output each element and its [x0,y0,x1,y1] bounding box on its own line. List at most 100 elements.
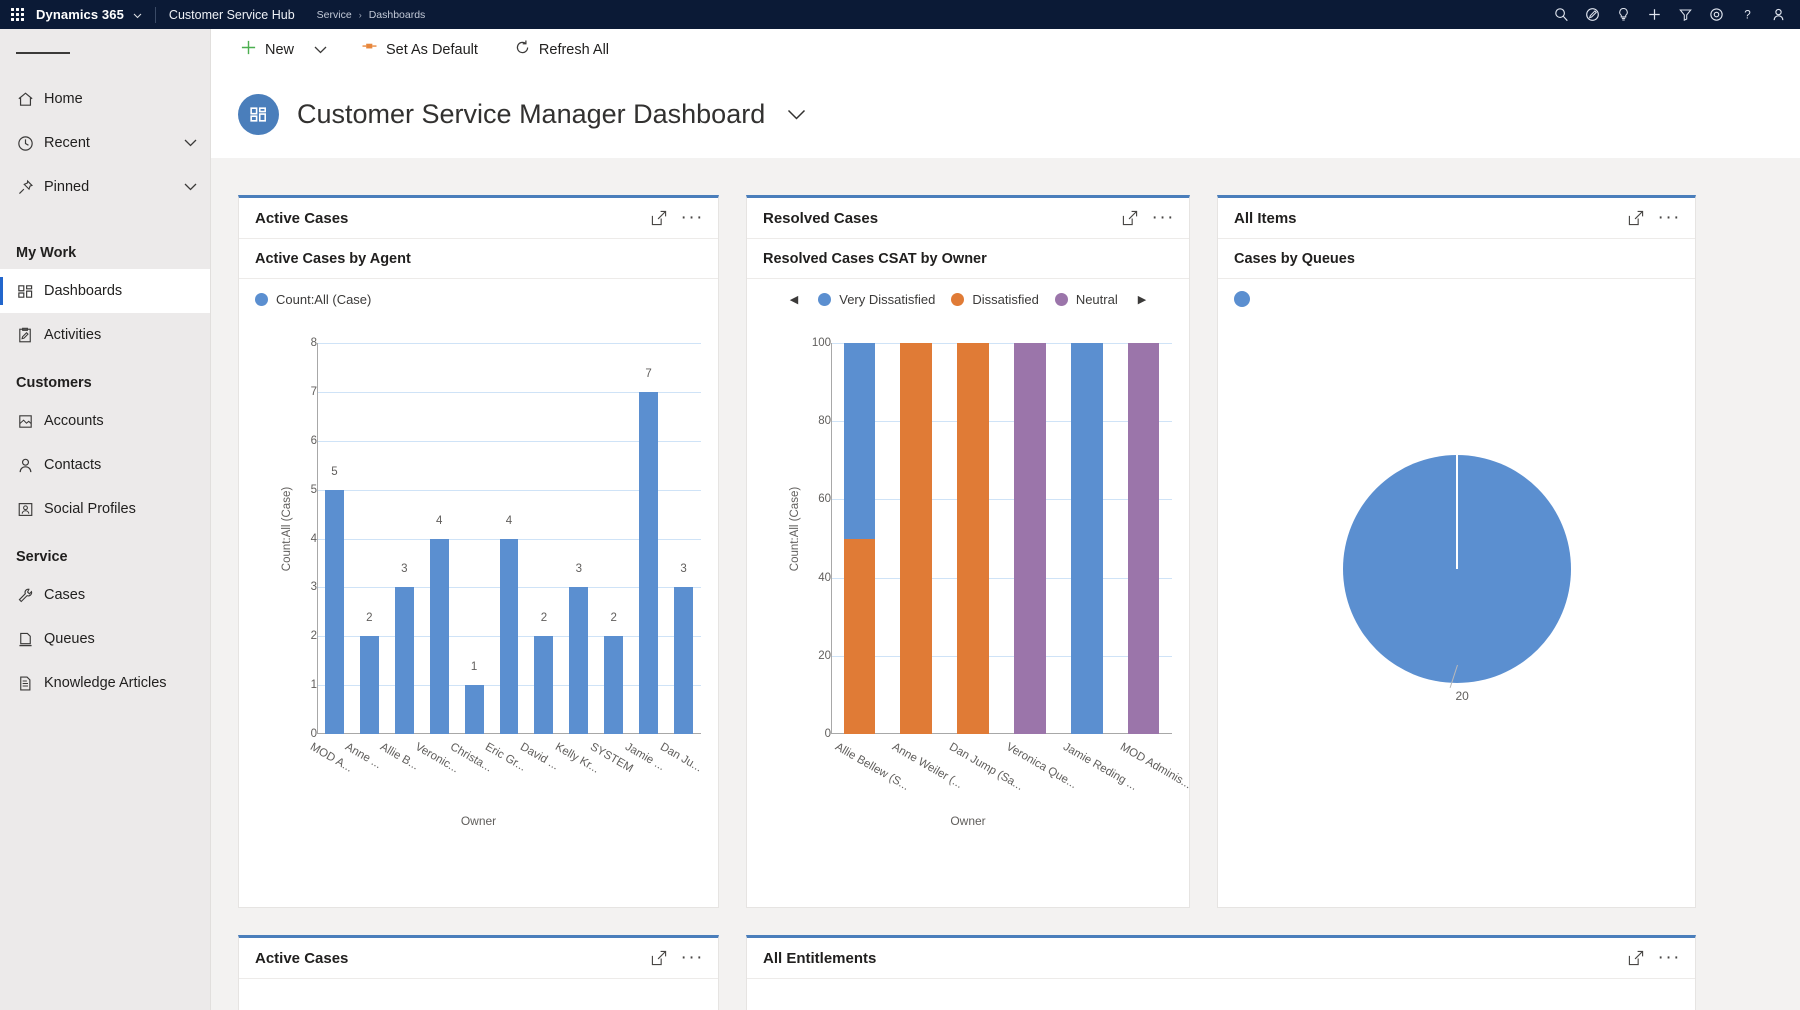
bar-segment-dissatisfied[interactable] [957,343,989,734]
card-all-entitlements: All Entitlements ··· [746,935,1696,1010]
expand-popout-icon[interactable] [651,950,667,966]
sidebar-item-recent[interactable]: Recent [0,121,210,165]
bar[interactable] [325,490,344,734]
set-as-default-button[interactable]: Set As Default [350,29,489,70]
lightbulb-idea-icon[interactable] [1608,0,1639,29]
stacked-bar[interactable] [1014,343,1046,734]
sidebar-item-cases[interactable]: Cases [0,573,210,617]
legend-item[interactable]: Dissatisfied [951,292,1038,307]
bar-series: 5 2 3 4 1 4 2 3 2 7 3 [317,343,701,734]
pie-slice[interactable] [1343,455,1571,683]
x-label: Veronica Que... [1001,737,1058,738]
breadcrumb-item-service[interactable]: Service [317,9,352,21]
bar-value-label: 2 [366,612,372,624]
x-label: MOD Adminis... [1115,737,1172,738]
stacked-bar[interactable] [957,343,989,734]
filter-icon[interactable] [1670,0,1701,29]
more-options-icon[interactable]: ··· [1658,954,1681,962]
sidebar-item-queues[interactable]: Queues [0,617,210,661]
sidebar-item-activities[interactable]: Activities [0,313,210,357]
expand-popout-icon[interactable] [1628,950,1644,966]
app-launcher-waffle-icon[interactable] [0,8,34,21]
bar[interactable] [500,539,519,735]
legend-item[interactable] [1234,291,1258,307]
sidebar-item-label: Contacts [44,457,210,473]
stacked-bar[interactable] [900,343,932,734]
new-chevron-down-icon[interactable] [305,46,336,54]
bar-segment-neutral[interactable] [1014,343,1046,734]
stacked-bar[interactable] [1071,343,1103,734]
sidebar-item-knowledge-articles[interactable]: Knowledge Articles [0,661,210,705]
quick-create-edit-icon[interactable] [1577,0,1608,29]
expand-popout-icon[interactable] [651,210,667,226]
more-options-icon[interactable]: ··· [1658,214,1681,222]
sidebar-item-label: Dashboards [44,283,210,299]
sidebar-item-dashboards[interactable]: Dashboards [0,269,210,313]
bar-segment-dissatisfied[interactable] [900,343,932,734]
bar[interactable] [360,636,379,734]
sidebar-item-home[interactable]: Home [0,77,210,121]
legend-prev-arrow-icon[interactable]: ◀ [786,293,802,306]
bar[interactable] [430,539,449,735]
more-options-icon[interactable]: ··· [1152,214,1175,222]
dashboard-icon [16,282,44,301]
more-options-icon[interactable]: ··· [681,954,704,962]
bar[interactable] [534,636,553,734]
refresh-all-button[interactable]: Refresh All [503,29,620,70]
legend-swatch [951,293,964,306]
expand-popout-icon[interactable] [1628,210,1644,226]
dashboard-avatar-icon [238,94,279,135]
card-actions: ··· [1628,210,1681,226]
bar-chart-active-cases: Count:All (Case) 0 1 2 3 4 5 6 7 [239,319,718,907]
dashboard-selector-chevron-down-icon[interactable] [787,109,806,120]
card-header: Resolved Cases ··· [747,198,1189,239]
site-map-toggle-icon[interactable] [0,29,210,77]
chart-legend: ◀ Very Dissatisfied Dissatisfied Neutral… [747,279,1189,319]
legend-swatch [255,293,268,306]
new-button[interactable]: New [229,29,305,70]
bar-slot: 4 [492,343,527,734]
bar-segment-very-dissatisfied[interactable] [844,343,876,539]
brand-chevron-down-icon[interactable] [133,6,142,24]
sidebar-item-social-profiles[interactable]: Social Profiles [0,487,210,531]
bar-segment-neutral[interactable] [1128,343,1160,734]
x-label: Jamie Reding ... [1058,737,1115,738]
app-name-label[interactable]: Customer Service Hub [169,8,295,22]
stacked-bar[interactable] [1128,343,1160,734]
legend-item[interactable]: Count:All (Case) [255,292,371,307]
bar-segment-dissatisfied[interactable] [844,539,876,735]
help-question-icon[interactable]: ? [1732,0,1763,29]
settings-target-icon[interactable] [1701,0,1732,29]
expand-popout-icon[interactable] [1122,210,1138,226]
x-label: Allie Bellew (S... [831,737,888,738]
bar[interactable] [465,685,484,734]
chevron-down-icon[interactable] [170,183,210,191]
sidebar-item-contacts[interactable]: Contacts [0,443,210,487]
bar[interactable] [604,636,623,734]
x-label: Kelly Kr... [561,737,596,738]
y-axis-title: Count:All (Case) [789,487,801,571]
sidebar-item-pinned[interactable]: Pinned [0,165,210,209]
bar-segment-very-dissatisfied[interactable] [1071,343,1103,734]
pie-slice-divider [1456,455,1458,569]
user-account-icon[interactable] [1763,0,1794,29]
chevron-down-icon[interactable] [170,139,210,147]
bar[interactable] [674,587,693,734]
bar[interactable] [569,587,588,734]
sidebar-item-accounts[interactable]: Accounts [0,399,210,443]
pin-icon [16,178,44,197]
plus-new-icon[interactable] [1639,0,1670,29]
activities-icon [16,326,44,345]
bar[interactable] [639,392,658,734]
search-icon[interactable] [1546,0,1577,29]
stacked-bar[interactable] [844,343,876,734]
legend-item[interactable]: Neutral [1055,292,1118,307]
card-actions: ··· [651,210,704,226]
legend-item[interactable]: Very Dissatisfied [818,292,935,307]
bar-slot [831,343,888,734]
dashboard-canvas: Active Cases ··· Active Cases by Agent C… [211,158,1800,1010]
bar[interactable] [395,587,414,734]
legend-next-arrow-icon[interactable]: ▶ [1134,293,1150,306]
more-options-icon[interactable]: ··· [681,214,704,222]
breadcrumb-item-dashboards[interactable]: Dashboards [369,9,426,21]
